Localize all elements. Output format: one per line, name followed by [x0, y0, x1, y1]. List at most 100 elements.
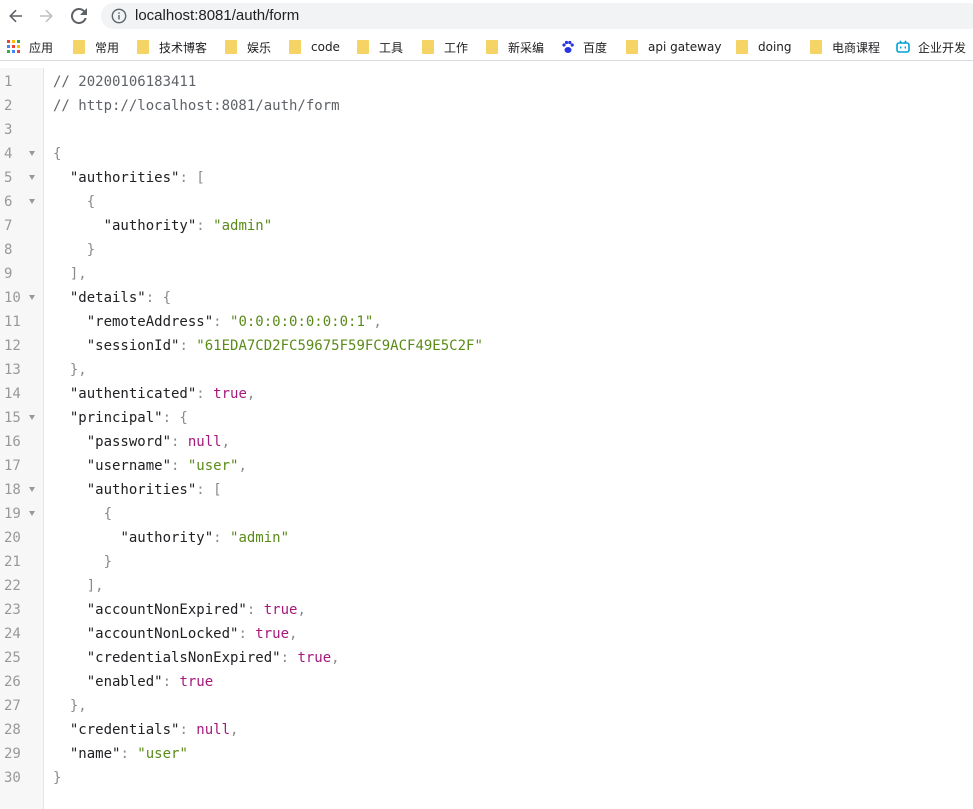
bookmark-folder[interactable]: 常用 [73, 38, 119, 56]
baidu-paw-icon [562, 40, 574, 53]
code-line: 14 "authenticated": true, [0, 382, 973, 406]
json-key: "remoteAddress" [86, 314, 214, 330]
code-text: "enabled": true [53, 670, 213, 694]
json-key: "credentials" [69, 722, 180, 738]
fold-toggle-icon[interactable] [29, 511, 35, 516]
json-string-value: "user" [137, 746, 188, 762]
code-text: "password": null, [53, 430, 230, 454]
bookmark-folder[interactable]: 娱乐 [225, 38, 271, 56]
bookmark-folder[interactable]: api gateway [626, 38, 721, 56]
address-bar[interactable]: localhost:8081/auth/form [101, 3, 973, 29]
json-punctuation [53, 386, 70, 402]
json-punctuation [53, 506, 104, 522]
bookmark-folder[interactable]: doing [736, 38, 792, 56]
back-button[interactable] [4, 4, 28, 28]
code-line: 5 "authorities": [ [0, 166, 973, 190]
line-number: 8 [4, 242, 13, 258]
bookmark-label: code [311, 40, 340, 54]
json-punctuation [53, 554, 104, 570]
json-string-value: "admin" [213, 218, 273, 234]
code-text: { [53, 190, 95, 214]
bookmark-folder[interactable]: 工具 [357, 38, 403, 56]
json-punctuation: : [213, 530, 231, 546]
line-number: 23 [4, 602, 21, 618]
url-text[interactable]: localhost:8081/auth/form [135, 7, 299, 24]
bookmark-bilibili[interactable]: 企业开发 [896, 38, 966, 56]
json-punctuation: , [297, 602, 306, 618]
fold-toggle-icon[interactable] [29, 487, 35, 492]
bookmark-apps[interactable]: 应用 [7, 38, 53, 56]
reload-button[interactable] [67, 4, 91, 28]
code-text: ], [53, 574, 104, 598]
line-number: 1 [4, 74, 13, 90]
code-line: 7 "authority": "admin" [0, 214, 973, 238]
line-number: 21 [4, 554, 21, 570]
line-number: 6 [4, 194, 13, 210]
bookmark-folder[interactable]: 工作 [422, 38, 468, 56]
fold-toggle-icon[interactable] [29, 199, 35, 204]
code-line: 12 "sessionId": "61EDA7CD2FC59675F59FC9A… [0, 334, 973, 358]
apps-grid-icon [7, 40, 20, 53]
fold-toggle-icon[interactable] [29, 151, 35, 156]
folder-icon [289, 40, 301, 54]
json-punctuation: }, [69, 698, 87, 714]
forward-button[interactable] [34, 4, 58, 28]
code-line: 10 "details": { [0, 286, 973, 310]
folder-icon [137, 40, 149, 54]
bookmarks-bar: 应用 常用 技术博客 娱乐 code 工具 工作 新采编 百度 api gate… [0, 34, 973, 61]
json-punctuation: : [196, 218, 214, 234]
code-text: ], [53, 262, 87, 286]
json-punctuation: { [103, 506, 113, 522]
line-number: 9 [4, 266, 13, 282]
fold-toggle-icon[interactable] [29, 415, 35, 420]
json-punctuation [53, 218, 104, 234]
json-key: "accountNonLocked" [86, 626, 239, 642]
json-key: "sessionId" [86, 338, 180, 354]
json-punctuation: } [86, 242, 96, 258]
bookmark-label: 百度 [583, 40, 608, 55]
fold-toggle-icon[interactable] [29, 175, 35, 180]
json-string-value: "user" [187, 458, 239, 474]
bookmark-label: 新采编 [508, 40, 545, 55]
json-punctuation: ], [69, 266, 87, 282]
json-punctuation [53, 362, 70, 378]
line-number: 17 [4, 458, 21, 474]
json-literal-value: null [196, 722, 231, 738]
json-literal-value: true [179, 674, 214, 690]
bookmark-baidu[interactable]: 百度 [561, 38, 607, 56]
bookmark-label: 工具 [379, 40, 404, 55]
line-number: 26 [4, 674, 21, 690]
json-punctuation: , [246, 386, 256, 402]
code-text: "authority": "admin" [53, 214, 273, 238]
json-punctuation: : [ [196, 482, 222, 498]
line-number: 20 [4, 530, 21, 546]
json-punctuation [53, 650, 87, 666]
bookmark-folder[interactable]: 新采编 [486, 38, 544, 56]
line-number: 13 [4, 362, 21, 378]
bookmark-folder[interactable]: code [289, 38, 340, 56]
json-punctuation: : [196, 386, 214, 402]
bookmark-folder[interactable]: 技术博客 [137, 38, 207, 56]
folder-icon [357, 40, 369, 54]
info-icon[interactable] [111, 8, 127, 24]
bookmark-folder[interactable]: 电商课程 [810, 38, 880, 56]
code-line: 6 { [0, 190, 973, 214]
line-number: 14 [4, 386, 21, 402]
code-line: 28 "credentials": null, [0, 718, 973, 742]
code-line: 20 "authority": "admin" [0, 526, 973, 550]
json-punctuation: } [53, 770, 62, 786]
code-text: }, [53, 694, 87, 718]
code-text: "credentialsNonExpired": true, [53, 646, 340, 670]
code-line: 23 "accountNonExpired": true, [0, 598, 973, 622]
fold-toggle-icon[interactable] [29, 295, 35, 300]
code-line: 11 "remoteAddress": "0:0:0:0:0:0:0:1", [0, 310, 973, 334]
json-punctuation: : [120, 746, 138, 762]
line-number: 18 [4, 482, 21, 498]
code-text: "principal": { [53, 406, 188, 430]
json-punctuation [53, 410, 70, 426]
json-punctuation: : [ [179, 170, 205, 186]
code-text: "sessionId": "61EDA7CD2FC59675F59FC9ACF4… [53, 334, 483, 358]
json-string-value: "admin" [230, 530, 290, 546]
json-key: "username" [86, 458, 172, 474]
json-key: "authority" [120, 530, 214, 546]
